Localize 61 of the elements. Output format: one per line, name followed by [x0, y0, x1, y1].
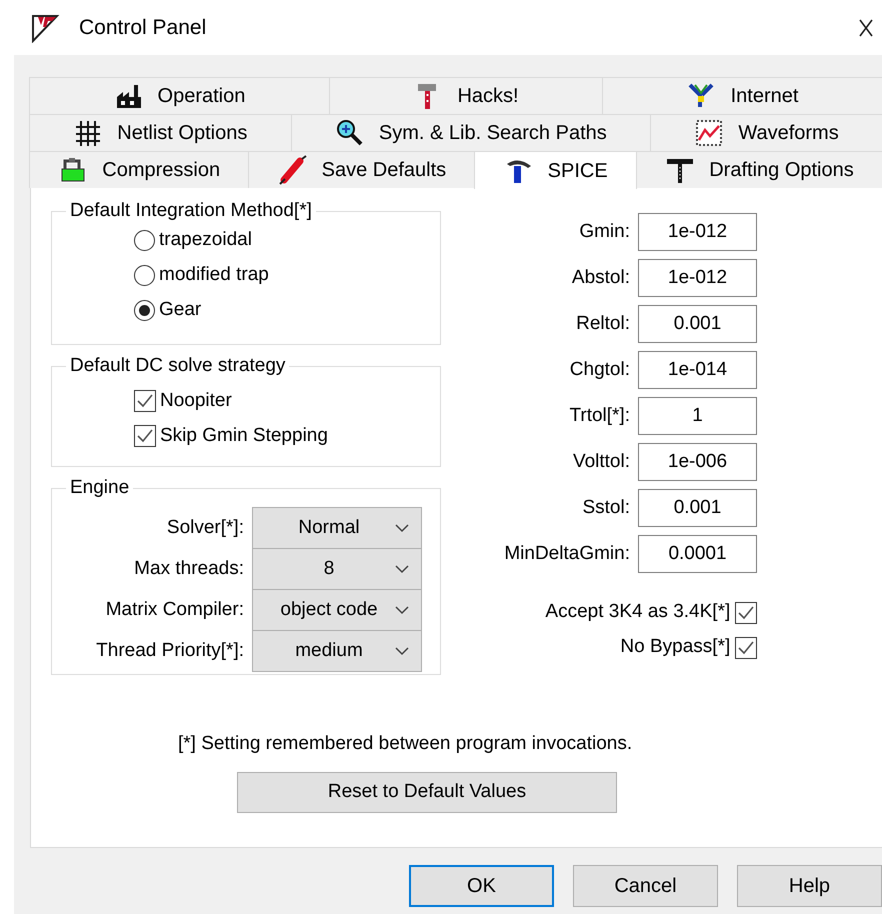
field-label: Chgtol: — [570, 358, 631, 382]
tab[interactable]: Drafting Options — [636, 151, 882, 188]
checkbox-label: Noopiter — [160, 389, 232, 414]
dialog-button[interactable]: Cancel — [573, 865, 718, 907]
field-label: Trtol[*]: — [569, 404, 631, 428]
probe-icon — [278, 155, 308, 185]
radio-button[interactable] — [134, 300, 155, 321]
text-field[interactable]: 0.001 — [638, 305, 757, 343]
text-field[interactable]: 1e-014 — [638, 351, 757, 389]
dialog-button[interactable]: Help — [737, 865, 882, 907]
window-title: Control Panel — [79, 14, 206, 41]
dropdown[interactable]: medium — [252, 630, 422, 672]
note-text: [*] Setting remembered between program invocations. — [178, 732, 634, 756]
field-label: Volttol: — [572, 450, 631, 474]
text-field[interactable]: 1 — [638, 397, 757, 435]
chevron-icon — [395, 604, 409, 615]
chevron-icon — [395, 646, 409, 656]
app-logo-icon — [30, 12, 60, 42]
tab[interactable]: Save Defaults — [248, 151, 476, 188]
radio-button[interactable] — [134, 264, 155, 286]
tab[interactable]: Compression — [29, 151, 250, 188]
chevron-icon — [395, 564, 409, 574]
dropdown[interactable]: Normal — [252, 506, 422, 549]
checkbox-label: Skip Gmin Stepping — [160, 424, 328, 448]
checkbox[interactable] — [735, 602, 757, 624]
field-label: Thread Priority[*]: — [95, 639, 245, 664]
text-field[interactable]: 0.001 — [638, 489, 757, 527]
text-field[interactable]: 1e-012 — [638, 259, 757, 297]
field-label: Gmin: — [579, 220, 631, 244]
radio-label: trapezoidal — [159, 228, 252, 252]
text-field[interactable]: 1e-012 — [638, 213, 757, 251]
checkbox[interactable] — [134, 390, 156, 412]
magnifier-icon — [334, 118, 365, 148]
field-label: Max threads: — [133, 557, 245, 582]
group-title: Default Integration Method[*] — [69, 200, 313, 223]
group-title: Default DC solve strategy — [69, 355, 286, 378]
radio-button[interactable] — [134, 230, 155, 251]
dropdown[interactable]: 8 — [252, 548, 422, 590]
field-label: Solver[*]: — [166, 516, 245, 540]
field-label: Matrix Compiler: — [104, 598, 245, 622]
text-field[interactable]: 1e-006 — [638, 443, 757, 481]
text-field[interactable]: 0.0001 — [638, 535, 757, 573]
field-label: Abstol: — [572, 266, 631, 290]
field-label: Sstol: — [582, 496, 631, 520]
radio-label: Gear — [159, 298, 202, 322]
checkbox-label: Accept 3K4 as 3.4K[*] — [545, 600, 730, 624]
tab[interactable]: Netlist Options — [29, 114, 292, 151]
waveform-icon — [694, 118, 724, 148]
tab[interactable]: Operation — [29, 77, 330, 114]
dialog-button[interactable]: OK — [409, 865, 554, 907]
tab[interactable]: SPICE — [474, 151, 637, 189]
field-label: MinDeltaGmin: — [504, 542, 631, 566]
radio-label: modified trap — [159, 263, 269, 288]
field-label: Reltol: — [576, 312, 631, 336]
chevron-icon — [395, 522, 409, 533]
reset-button[interactable]: Reset to Default Values — [237, 772, 617, 813]
checkbox[interactable] — [134, 425, 156, 448]
dropdown[interactable]: object code — [252, 588, 422, 631]
checkbox-label: No Bypass[*] — [620, 635, 730, 660]
checkbox[interactable] — [735, 636, 757, 658]
group-title: Engine — [69, 477, 130, 500]
